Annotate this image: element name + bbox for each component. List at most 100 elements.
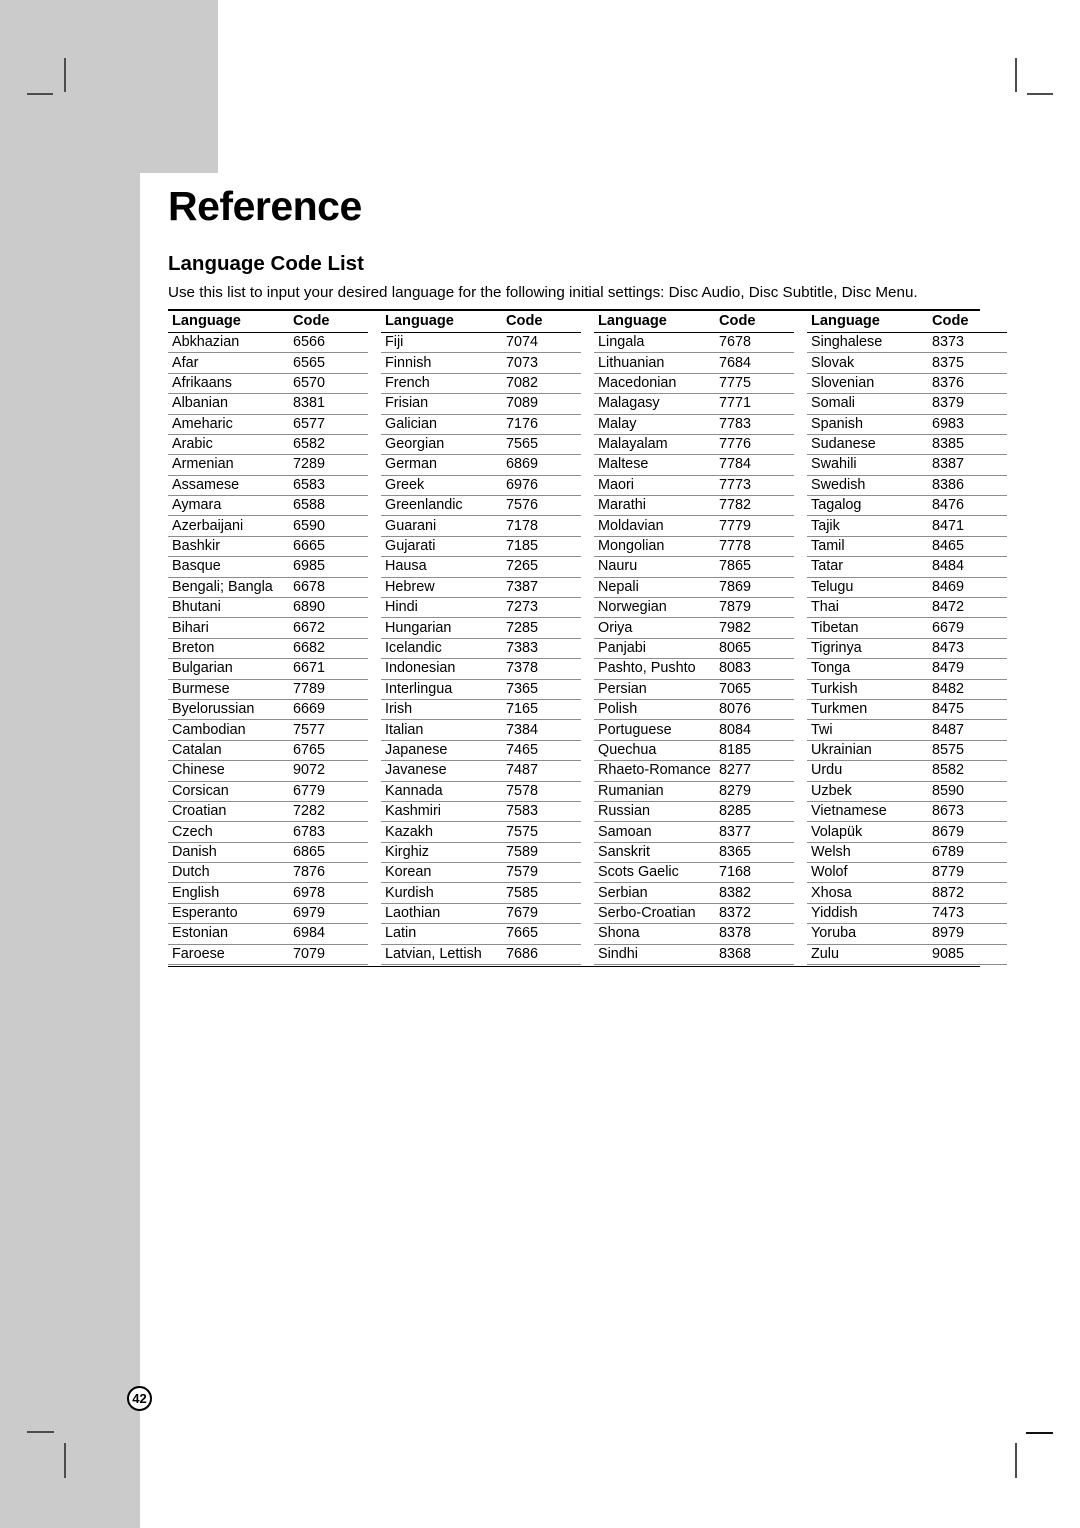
- cell-language: Croatian: [168, 801, 289, 823]
- cell-gap: [368, 699, 381, 719]
- cell-gap: [368, 394, 381, 414]
- cell-code: 7684: [715, 352, 794, 374]
- cell-language: Nepali: [594, 577, 715, 599]
- cell-language: Malagasy: [594, 393, 715, 415]
- cell-language: Irish: [381, 699, 502, 721]
- cell-language: Indonesian: [381, 658, 502, 680]
- document-page: Reference Language Code List Use this li…: [0, 0, 1080, 1528]
- header-code-2: Code: [502, 310, 581, 333]
- cell-language: Turkmen: [807, 699, 928, 721]
- cell-code: 6566: [289, 332, 368, 354]
- cell-code: 7879: [715, 597, 794, 619]
- page-title: Reference: [168, 183, 362, 229]
- cell-language: Bihari: [168, 617, 289, 639]
- cell-language: Hebrew: [381, 577, 502, 599]
- cell-gap: [368, 618, 381, 638]
- cell-language: Urdu: [807, 760, 928, 782]
- cell-language: Hausa: [381, 556, 502, 578]
- cell-code: 6570: [289, 373, 368, 395]
- table-row: Ameharic 6577 Galician 7176 Malay 7783 Spanish…: [168, 414, 1007, 435]
- cell-language: Tajik: [807, 515, 928, 537]
- cell-gap: [368, 659, 381, 679]
- table-row: Armenian 7289 German 6869 Maltese 7784 Swahili…: [168, 454, 1007, 476]
- cell-code: 8475: [928, 699, 1007, 721]
- cell-code: 8277: [715, 760, 794, 782]
- cell-code: 6985: [289, 556, 368, 578]
- cell-language: Icelandic: [381, 638, 502, 660]
- cell-language: Bulgarian: [168, 658, 289, 680]
- cell-language: Azerbaijani: [168, 515, 289, 537]
- cell-language: Abkhazian: [168, 332, 289, 354]
- cell-code: 6789: [928, 842, 1007, 864]
- cell-language: Korean: [381, 862, 502, 884]
- cell-language: Estonian: [168, 923, 289, 945]
- cell-code: 7265: [502, 556, 581, 578]
- cell-code: 8465: [928, 536, 1007, 558]
- cell-gap: [368, 903, 381, 923]
- crop-mark-top-right-horizontal: [1027, 93, 1053, 95]
- cell-code: 6665: [289, 536, 368, 558]
- cell-language: Thai: [807, 597, 928, 619]
- cell-language: Assamese: [168, 475, 289, 497]
- cell-code: 6565: [289, 352, 368, 374]
- cell-language: Tonga: [807, 658, 928, 680]
- cell-language: Greek: [381, 475, 502, 497]
- table-row: Afrikaans 6570 French 7082 Macedonian 7775 Slo…: [168, 373, 1007, 395]
- cell-gap: [794, 781, 807, 801]
- cell-code: 8372: [715, 903, 794, 925]
- cell-code: 6976: [502, 475, 581, 497]
- language-code-table: Language Code Language Code Language Cod…: [168, 310, 1007, 966]
- cell-code: 8376: [928, 373, 1007, 395]
- cell-gap: [581, 638, 594, 658]
- table-header-row: Language Code Language Code Language Cod…: [168, 310, 1007, 333]
- cell-gap: [581, 496, 594, 516]
- cell-code: 8590: [928, 781, 1007, 802]
- cell-language: Kannada: [381, 781, 502, 802]
- cell-code: 6979: [289, 903, 368, 925]
- cell-gap: [794, 842, 807, 862]
- cell-code: 8679: [928, 821, 1007, 843]
- table-row: Faroese 7079 Latvian, Lettish 7686 Sindhi 836…: [168, 944, 1007, 966]
- cell-language: Slovak: [807, 352, 928, 374]
- cell-code: 8076: [715, 699, 794, 721]
- cell-language: Hungarian: [381, 617, 502, 639]
- cell-code: 7282: [289, 801, 368, 823]
- cell-language: Kirghiz: [381, 842, 502, 864]
- cell-gap: [794, 394, 807, 414]
- cell-language: Bhutani: [168, 597, 289, 619]
- table-row: Burmese 7789 Interlingua 7365 Persian 7065 Tur…: [168, 679, 1007, 700]
- table-row: Chinese 9072 Javanese 7487 Rhaeto-Romance 827…: [168, 760, 1007, 782]
- cell-language: Swahili: [807, 454, 928, 476]
- cell-gap: [581, 618, 594, 638]
- cell-language: Sindhi: [594, 944, 715, 966]
- cell-language: Tagalog: [807, 495, 928, 517]
- cell-gap: [794, 863, 807, 883]
- cell-code: 6669: [289, 699, 368, 721]
- cell-code: 8375: [928, 352, 1007, 374]
- cell-language: Interlingua: [381, 679, 502, 700]
- table-row: Assamese 6583 Greek 6976 Maori 7773 Swedish 838…: [168, 475, 1007, 497]
- cell-code: 6978: [289, 882, 368, 904]
- crop-mark-bottom-right-horizontal: [1026, 1432, 1053, 1434]
- cell-code: 8487: [928, 719, 1007, 741]
- cell-code: 8473: [928, 638, 1007, 660]
- cell-language: Georgian: [381, 434, 502, 456]
- cell-code: 7487: [502, 760, 581, 782]
- cell-gap: [368, 740, 381, 760]
- cell-language: Albanian: [168, 393, 289, 415]
- cell-gap: [368, 761, 381, 781]
- cell-gap: [581, 598, 594, 618]
- cell-language: Macedonian: [594, 373, 715, 395]
- bleed-block-top-left: [0, 0, 218, 173]
- cell-language: Panjabi: [594, 638, 715, 660]
- cell-code: 7065: [715, 679, 794, 700]
- language-code-table-wrap: Language Code Language Code Language Cod…: [168, 308, 1007, 968]
- cell-code: 6984: [289, 923, 368, 945]
- cell-code: 8673: [928, 801, 1007, 823]
- cell-language: Laothian: [381, 903, 502, 925]
- cell-language: English: [168, 882, 289, 904]
- cell-gap: [368, 842, 381, 862]
- cell-gap: [581, 822, 594, 842]
- cell-gap: [581, 903, 594, 923]
- cell-language: Oriya: [594, 617, 715, 639]
